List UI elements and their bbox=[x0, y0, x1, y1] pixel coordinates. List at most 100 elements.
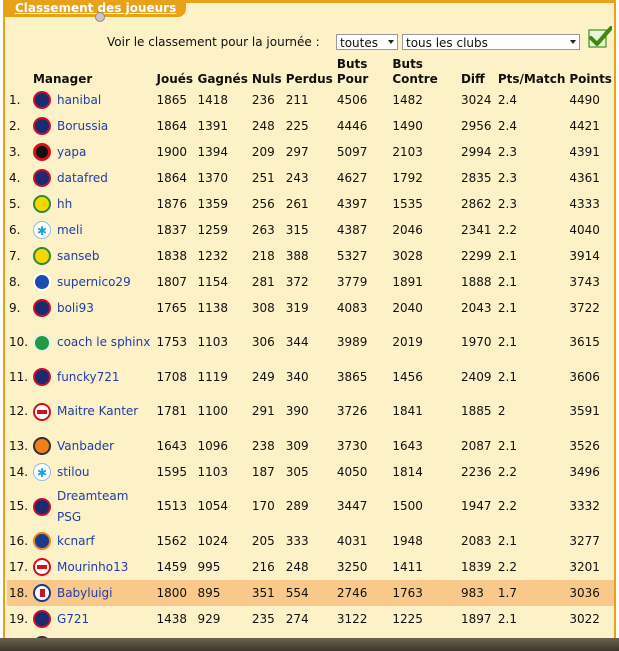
manager-link[interactable]: sanseb bbox=[32, 246, 153, 267]
buts-pour-cell: 3989 bbox=[336, 335, 368, 349]
manager-name[interactable]: funcky721 bbox=[57, 367, 120, 388]
manager-name[interactable]: coach le sphinx bbox=[57, 332, 150, 353]
manager-link[interactable]: kcnarf bbox=[32, 531, 153, 552]
manager-link[interactable]: boli93 bbox=[32, 298, 153, 319]
manager-link[interactable]: Vanbader bbox=[32, 436, 153, 457]
manager-link[interactable]: G721 bbox=[32, 609, 153, 630]
club-select[interactable]: tous les clubs bbox=[402, 34, 580, 50]
diff-cell: 1947 bbox=[460, 499, 492, 513]
points-cell: 4391 bbox=[569, 144, 600, 159]
rank-cell: 2. bbox=[9, 118, 21, 133]
points-cell: 3743 bbox=[569, 274, 600, 289]
rank-cell: 14. bbox=[9, 464, 29, 479]
table-row: 3. yapa 1900 1394 209 297 5097 2103 2994 2.3 4391 bbox=[7, 139, 614, 165]
col-joues[interactable]: Joués bbox=[154, 54, 195, 87]
manager-link[interactable]: Maitre Kanter bbox=[32, 401, 153, 422]
manager-name[interactable]: hanibal bbox=[57, 90, 101, 111]
buts-contre-cell: 1814 bbox=[392, 464, 423, 479]
manager-name[interactable]: hh bbox=[57, 194, 72, 215]
points-cell: 3914 bbox=[569, 248, 600, 263]
manager-cell: datafred bbox=[31, 165, 155, 191]
col-buts-pour[interactable]: Buts Pour bbox=[335, 54, 391, 87]
buts-pour-cell: 4050 bbox=[336, 464, 368, 479]
club-badge-icon bbox=[32, 143, 51, 161]
manager-link[interactable]: hh bbox=[32, 194, 153, 215]
manager-name[interactable]: meli bbox=[57, 220, 83, 241]
manager-link[interactable]: hanibal bbox=[32, 90, 153, 111]
manager-name[interactable]: stilou bbox=[57, 462, 90, 483]
joues-cell: 1864 bbox=[156, 170, 188, 185]
joues-cell: 1562 bbox=[156, 533, 188, 548]
filter-bar: Voir le classement pour la journée : tou… bbox=[5, 34, 610, 52]
manager-name[interactable]: sanseb bbox=[57, 246, 99, 267]
table-row: 1. hanibal 1865 1418 236 211 4506 1482 3024 2.4 44… bbox=[7, 87, 614, 113]
manager-name[interactable]: Maitre Kanter bbox=[57, 401, 138, 422]
manager-link[interactable]: funcky721 bbox=[32, 367, 153, 388]
manager-name[interactable]: boli93 bbox=[57, 298, 94, 319]
manager-link[interactable]: Dreamteam PSG bbox=[32, 486, 153, 528]
manager-name[interactable]: supernico29 bbox=[57, 272, 131, 293]
manager-name[interactable]: kcnarf bbox=[57, 531, 95, 552]
col-buts-contre[interactable]: Buts Contre bbox=[390, 54, 459, 87]
checkmark-icon[interactable] bbox=[588, 26, 612, 48]
manager-name[interactable]: G721 bbox=[57, 609, 89, 630]
manager-link[interactable]: yapa bbox=[32, 142, 153, 163]
club-badge-icon bbox=[32, 333, 51, 352]
diff-cell: 2341 bbox=[460, 222, 492, 237]
manager-cell: Dreamteam PSG bbox=[31, 485, 155, 528]
perdus-cell: 554 bbox=[283, 580, 335, 606]
round-select[interactable]: toutes bbox=[336, 34, 398, 50]
col-diff[interactable]: Diff bbox=[459, 54, 496, 87]
pts-match-cell: 2.3 bbox=[497, 170, 517, 185]
col-buts-contre-line1: Buts bbox=[392, 57, 423, 71]
manager-link[interactable]: meli bbox=[32, 220, 153, 242]
manager-link[interactable]: supernico29 bbox=[32, 272, 153, 293]
manager-cell: Maitre Kanter bbox=[31, 390, 155, 433]
diff-cell: 2299 bbox=[460, 248, 492, 263]
col-points[interactable]: Points bbox=[567, 54, 614, 87]
points-cell: 4421 bbox=[569, 118, 600, 133]
buts-contre-cell: 1456 bbox=[392, 369, 423, 384]
table-row: 12. Maitre Kanter 1781 1100 291 390 3726 1841 18… bbox=[7, 390, 614, 433]
joues-cell: 1800 bbox=[154, 580, 196, 606]
club-badge-icon bbox=[32, 169, 51, 187]
manager-link[interactable]: datafred bbox=[32, 168, 153, 189]
manager-name[interactable]: Babyluigi bbox=[57, 583, 113, 604]
col-manager[interactable]: Manager bbox=[31, 54, 155, 87]
manager-name[interactable]: Borussia bbox=[57, 116, 108, 137]
points-cell: 4040 bbox=[569, 222, 600, 237]
perdus-cell: 315 bbox=[285, 222, 309, 237]
manager-name[interactable]: Vanbader bbox=[57, 436, 114, 457]
manager-cell: funcky721 bbox=[31, 364, 155, 390]
nuls-cell: 251 bbox=[251, 170, 275, 185]
perdus-cell: 248 bbox=[285, 559, 309, 574]
manager-link[interactable]: coach le sphinx bbox=[32, 332, 153, 353]
col-pts-match[interactable]: Pts/Match bbox=[496, 54, 568, 87]
manager-cell: stilou bbox=[31, 459, 155, 485]
manager-link[interactable]: Mourinho13 bbox=[32, 557, 153, 578]
header-rule bbox=[185, 0, 614, 3]
rank-cell: 5. bbox=[9, 196, 21, 211]
col-nuls[interactable]: Nuls bbox=[250, 54, 284, 87]
pts-match-cell: 2.1 bbox=[497, 300, 517, 315]
points-cell: 3036 bbox=[567, 580, 614, 606]
col-gagnes[interactable]: Gagnés bbox=[195, 54, 249, 87]
manager-name[interactable]: Mourinho13 bbox=[57, 557, 128, 578]
manager-name[interactable]: datafred bbox=[57, 168, 108, 189]
manager-cell: yapa bbox=[31, 139, 155, 165]
diff-cell: 1839 bbox=[460, 559, 492, 574]
table-row: 6. meli 1837 1259 263 315 4387 2046 2341 2.2 4040 bbox=[7, 217, 614, 243]
table-row: 2. Borussia 1864 1391 248 225 4446 1490 2956 2.4 4… bbox=[7, 113, 614, 139]
manager-name[interactable]: yapa bbox=[57, 142, 86, 163]
manager-link[interactable]: Borussia bbox=[32, 116, 153, 137]
chevron-down-icon bbox=[570, 40, 576, 44]
buts-contre-cell: 2046 bbox=[392, 222, 423, 237]
pts-match-cell: 1.7 bbox=[495, 580, 568, 606]
table-row: 7. sanseb 1838 1232 218 388 5327 3028 2299 2.1 391… bbox=[7, 243, 614, 269]
manager-link[interactable]: Babyluigi bbox=[32, 583, 153, 604]
manager-link[interactable]: stilou bbox=[32, 462, 153, 484]
col-perdus[interactable]: Perdus bbox=[284, 54, 335, 87]
manager-name[interactable]: Dreamteam PSG bbox=[57, 486, 153, 528]
table-row: 4. datafred 1864 1370 251 243 4627 1792 2835 2.3 4… bbox=[7, 165, 614, 191]
buts-pour-cell: 4387 bbox=[336, 222, 368, 237]
